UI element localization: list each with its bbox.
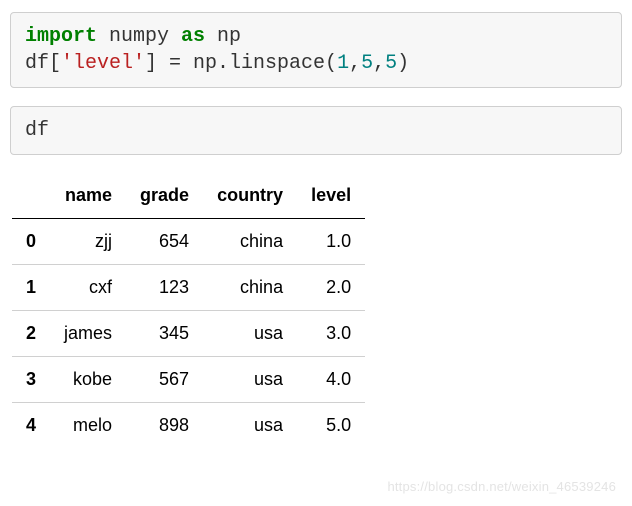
- dataframe-output: name grade country level 0 zjj 654 china…: [12, 173, 620, 448]
- string-literal: 'level': [61, 52, 145, 75]
- cell: 3.0: [297, 311, 365, 357]
- cell: usa: [203, 357, 297, 403]
- table-row: 4 melo 898 usa 5.0: [12, 403, 365, 449]
- cell: melo: [50, 403, 126, 449]
- code-cell-1: import numpy as np df['level'] = np.lins…: [10, 12, 622, 88]
- table-row: 0 zjj 654 china 1.0: [12, 219, 365, 265]
- keyword-import: import: [25, 25, 97, 48]
- dataframe-table: name grade country level 0 zjj 654 china…: [12, 173, 365, 448]
- cell: 567: [126, 357, 203, 403]
- cell: china: [203, 219, 297, 265]
- cell: 1.0: [297, 219, 365, 265]
- code-text: ,: [373, 52, 385, 75]
- watermark-text: https://blog.csdn.net/weixin_46539246: [387, 479, 616, 494]
- cell: 345: [126, 311, 203, 357]
- code-text: df[: [25, 52, 61, 75]
- table-header-row: name grade country level: [12, 173, 365, 219]
- cell: 5.0: [297, 403, 365, 449]
- cell: 2.0: [297, 265, 365, 311]
- row-index: 0: [12, 219, 50, 265]
- cell: 898: [126, 403, 203, 449]
- cell: zjj: [50, 219, 126, 265]
- keyword-as: as: [181, 25, 205, 48]
- code-text: df: [25, 119, 49, 142]
- table-row: 2 james 345 usa 3.0: [12, 311, 365, 357]
- code-text: np: [205, 25, 241, 48]
- cell: 123: [126, 265, 203, 311]
- cell: 654: [126, 219, 203, 265]
- number-literal: 5: [385, 52, 397, 75]
- col-name: name: [50, 173, 126, 219]
- cell: china: [203, 265, 297, 311]
- number-literal: 5: [361, 52, 373, 75]
- cell: 4.0: [297, 357, 365, 403]
- code-text: ] = np.linspace(: [145, 52, 337, 75]
- code-text: ,: [349, 52, 361, 75]
- code-cell-2: df: [10, 106, 622, 155]
- code-text: ): [397, 52, 409, 75]
- row-index: 2: [12, 311, 50, 357]
- col-level: level: [297, 173, 365, 219]
- number-literal: 1: [337, 52, 349, 75]
- row-index: 4: [12, 403, 50, 449]
- col-country: country: [203, 173, 297, 219]
- code-text: numpy: [97, 25, 181, 48]
- cell: usa: [203, 311, 297, 357]
- cell: cxf: [50, 265, 126, 311]
- row-index: 3: [12, 357, 50, 403]
- cell: usa: [203, 403, 297, 449]
- col-grade: grade: [126, 173, 203, 219]
- cell: james: [50, 311, 126, 357]
- table-row: 3 kobe 567 usa 4.0: [12, 357, 365, 403]
- table-row: 1 cxf 123 china 2.0: [12, 265, 365, 311]
- table-corner: [12, 173, 50, 219]
- cell: kobe: [50, 357, 126, 403]
- row-index: 1: [12, 265, 50, 311]
